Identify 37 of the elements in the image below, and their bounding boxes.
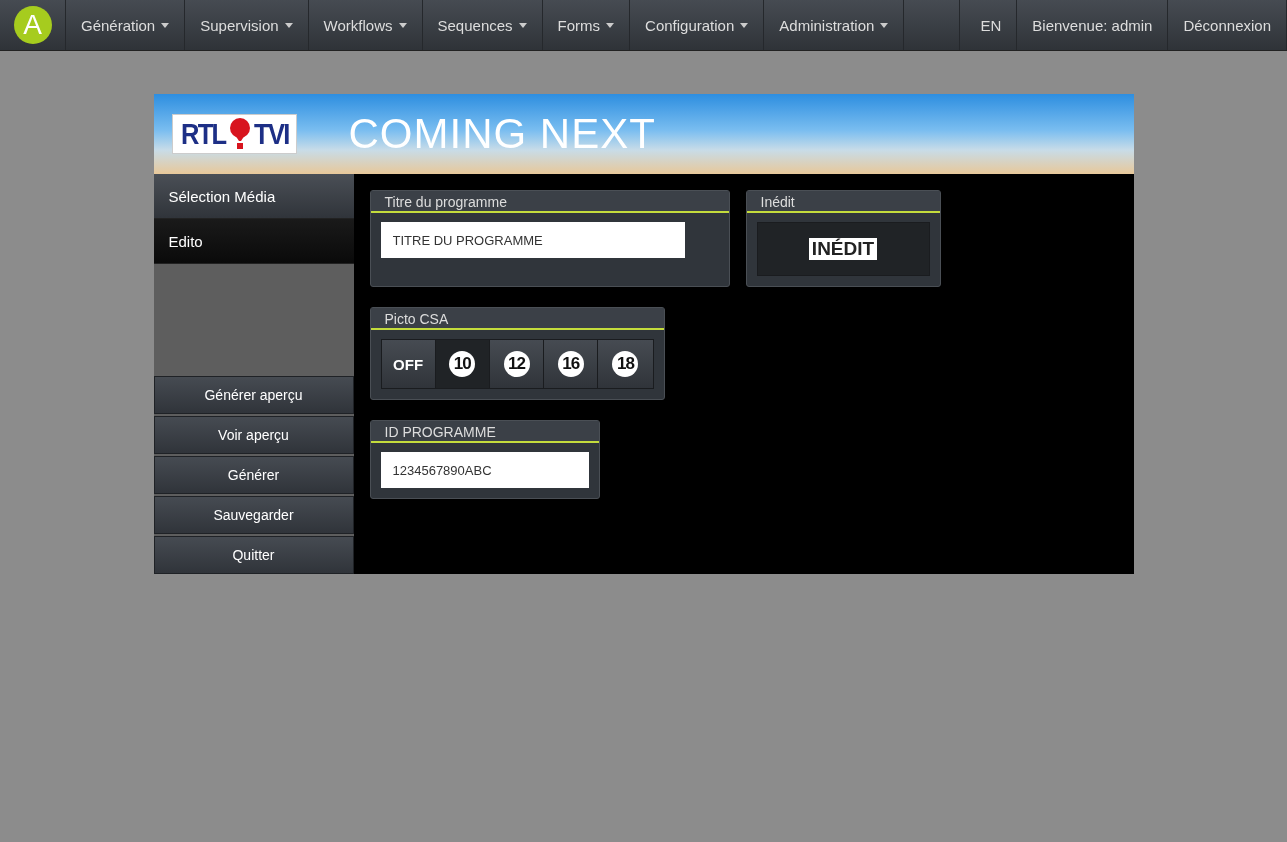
rating-button[interactable]: OFF bbox=[381, 340, 436, 388]
nav-link[interactable]: Bienvenue: admin bbox=[1017, 0, 1169, 50]
caret-icon bbox=[161, 22, 170, 28]
caret-icon bbox=[880, 22, 889, 28]
banner-title: COMING NEXT bbox=[348, 110, 656, 158]
action-button[interactable]: Générer bbox=[153, 456, 354, 494]
panel-heading: ID PROGRAMME bbox=[370, 421, 599, 443]
caret-icon bbox=[398, 22, 407, 28]
action-button[interactable]: Voir aperçu bbox=[153, 416, 354, 454]
caret-icon bbox=[740, 22, 749, 28]
nav-link[interactable]: EN bbox=[965, 0, 1018, 50]
nav-menu[interactable]: Forms bbox=[542, 0, 631, 50]
nav-link[interactable]: Déconnexion bbox=[1168, 0, 1287, 50]
nav-menu[interactable]: Workflows bbox=[308, 0, 423, 50]
action-button[interactable]: Générer aperçu bbox=[153, 376, 354, 414]
inedit-toggle[interactable]: INÉDIT bbox=[756, 222, 930, 276]
nav-menu[interactable]: Supervision bbox=[185, 0, 309, 50]
panel-heading: Titre du programme bbox=[370, 191, 729, 213]
rating-button[interactable]: 16 bbox=[544, 340, 599, 388]
action-button[interactable]: Quitter bbox=[153, 536, 354, 574]
sidebar-item[interactable]: Sélection Média bbox=[153, 174, 354, 219]
caret-icon bbox=[518, 22, 527, 28]
rating-button[interactable]: 12 bbox=[489, 340, 545, 388]
nav-menu[interactable]: Administration bbox=[764, 0, 905, 50]
caret-icon bbox=[606, 22, 615, 28]
title-field[interactable]: TITRE DU PROGRAMME bbox=[380, 222, 685, 258]
id-field[interactable]: 1234567890ABC bbox=[380, 452, 589, 488]
nav-menu[interactable]: Sequences bbox=[422, 0, 543, 50]
channel-logo: RTL TVI bbox=[171, 114, 297, 154]
panel-heading: Picto CSA bbox=[370, 308, 664, 330]
nav-menu[interactable]: Génération bbox=[66, 0, 186, 50]
nav-menu[interactable]: Configuration bbox=[630, 0, 765, 50]
action-button[interactable]: Sauvegarder bbox=[153, 496, 354, 534]
rating-button[interactable]: 10 bbox=[435, 340, 490, 388]
panel-heading: Inédit bbox=[746, 191, 940, 213]
caret-icon bbox=[284, 22, 293, 28]
sidebar-item[interactable]: Edito bbox=[153, 219, 354, 264]
